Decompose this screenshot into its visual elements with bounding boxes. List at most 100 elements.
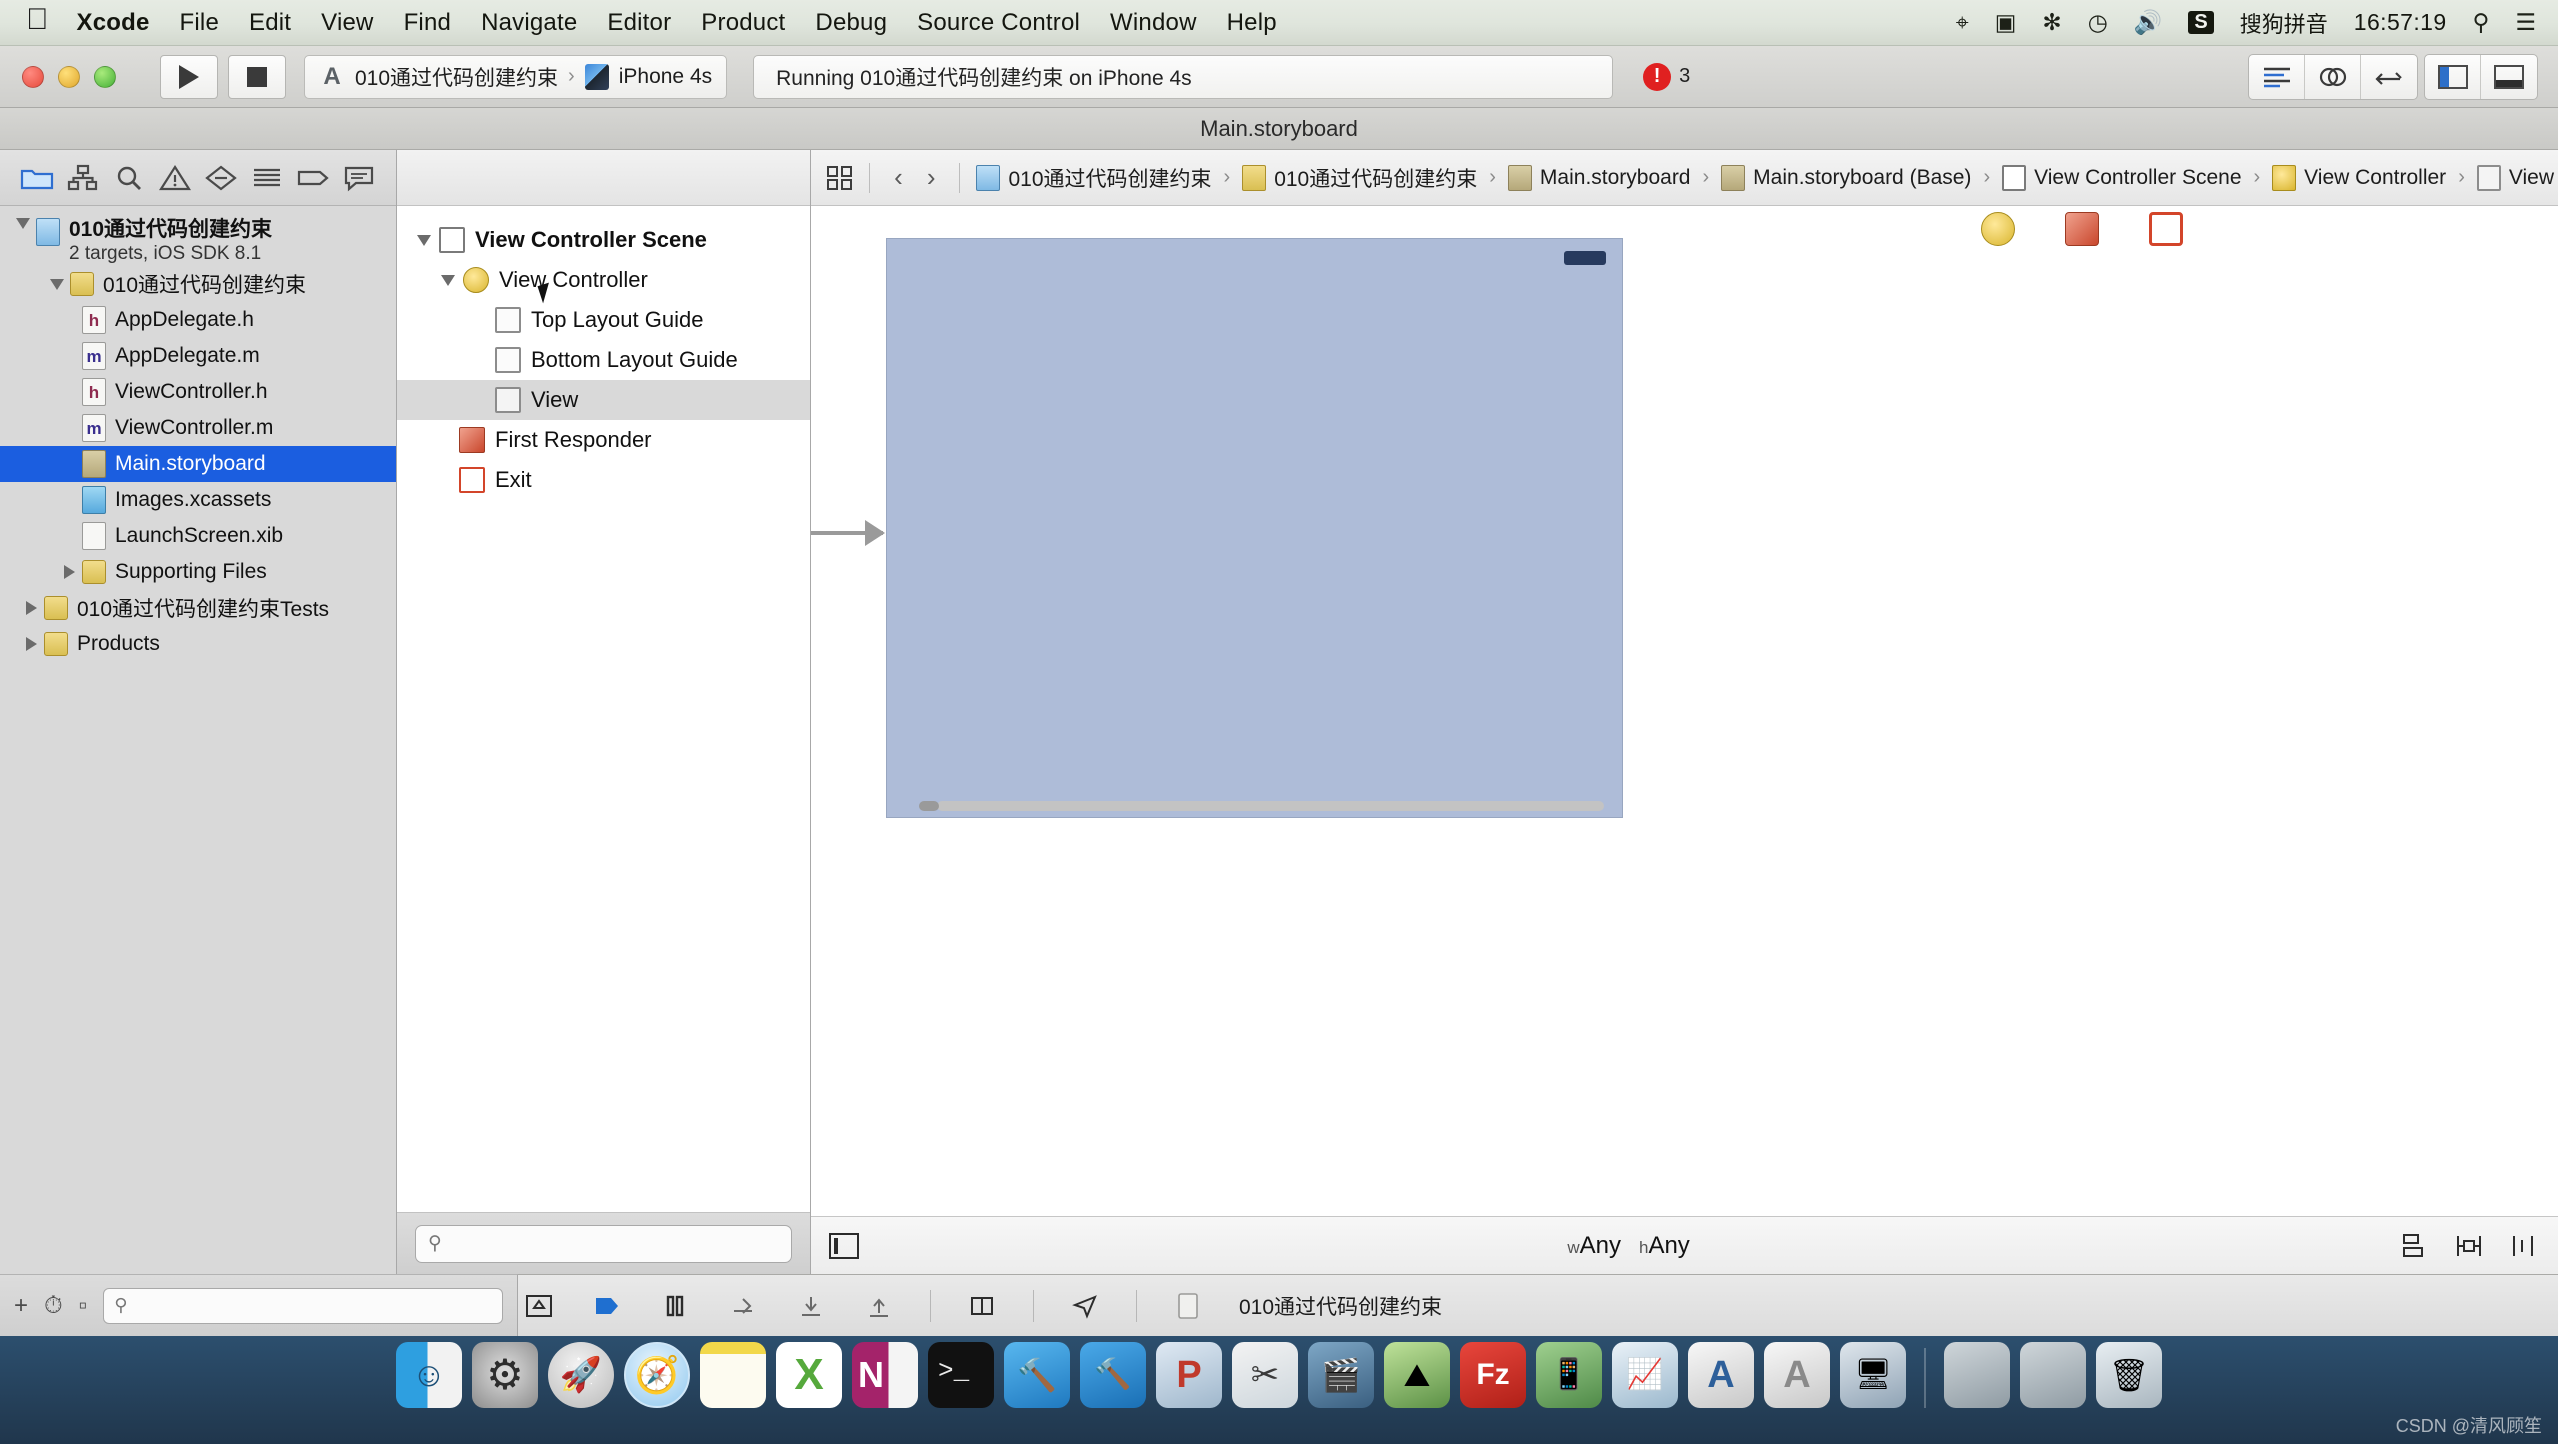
outline-twisty[interactable] bbox=[433, 275, 463, 286]
close-window-button[interactable] bbox=[22, 66, 44, 88]
scheme-destination-label[interactable]: iPhone 4s bbox=[619, 65, 712, 89]
breadcrumb-item-storyboard-base[interactable]: Main.storyboard (Base) bbox=[1717, 165, 1975, 191]
resolve-issues-icon[interactable] bbox=[2510, 1232, 2540, 1260]
dock-item-font-book[interactable] bbox=[1688, 1342, 1754, 1408]
zoom-window-button[interactable] bbox=[94, 66, 116, 88]
step-out-icon[interactable] bbox=[862, 1289, 896, 1323]
outline-row-scene[interactable]: View Controller Scene bbox=[397, 220, 810, 260]
forward-button[interactable]: › bbox=[915, 162, 948, 193]
breakpoint-navigator-tab[interactable] bbox=[290, 159, 336, 197]
dock-item-simulator[interactable] bbox=[1536, 1342, 1602, 1408]
step-into-icon[interactable] bbox=[794, 1289, 828, 1323]
interface-builder-canvas[interactable] bbox=[811, 206, 2558, 1216]
view-debugging-icon[interactable] bbox=[965, 1289, 999, 1323]
navigator-row-viewcontroller-m[interactable]: m ViewController.m bbox=[0, 410, 396, 446]
breadcrumb-item-project[interactable]: 010通过代码创建约束 bbox=[972, 163, 1215, 193]
project-navigator-tab[interactable] bbox=[14, 159, 60, 197]
pause-icon[interactable] bbox=[658, 1289, 692, 1323]
run-button[interactable] bbox=[160, 55, 218, 99]
dock-item-terminal[interactable] bbox=[928, 1342, 994, 1408]
align-icon[interactable] bbox=[2398, 1232, 2428, 1260]
find-navigator-tab[interactable] bbox=[106, 159, 152, 197]
breadcrumb-item-storyboard[interactable]: Main.storyboard bbox=[1504, 165, 1695, 191]
stop-button[interactable] bbox=[228, 55, 286, 99]
outline-twisty[interactable] bbox=[409, 235, 439, 246]
canvas-horizontal-scrollbar[interactable] bbox=[901, 801, 1612, 811]
menu-bar-clock[interactable]: 16:57:19 bbox=[2354, 9, 2447, 36]
navigator-row-appdelegate-h[interactable]: h AppDelegate.h bbox=[0, 302, 396, 338]
project-twisty[interactable] bbox=[10, 218, 36, 229]
simulate-location-icon[interactable] bbox=[1068, 1289, 1102, 1323]
dock-item-system-preferences[interactable] bbox=[472, 1342, 538, 1408]
back-button[interactable]: ‹ bbox=[882, 162, 915, 193]
add-icon[interactable]: + bbox=[14, 1292, 28, 1320]
version-editor-icon[interactable] bbox=[2361, 55, 2417, 99]
recent-files-icon[interactable]: ⏱ bbox=[44, 1292, 63, 1320]
dock-item-display-app[interactable] bbox=[1840, 1342, 1906, 1408]
related-items-icon[interactable] bbox=[823, 161, 857, 195]
pin-icon[interactable] bbox=[2454, 1232, 2484, 1260]
dock-item-chart-app[interactable] bbox=[1612, 1342, 1678, 1408]
dock-item-app-store[interactable] bbox=[1764, 1342, 1830, 1408]
navigator-row-viewcontroller-h[interactable]: h ViewController.h bbox=[0, 374, 396, 410]
outline-row-exit[interactable]: Exit bbox=[397, 460, 810, 500]
navigator-row-main-storyboard[interactable]: Main.storyboard bbox=[0, 446, 396, 482]
navigator-row-launchscreen-xib[interactable]: LaunchScreen.xib bbox=[0, 518, 396, 554]
minimize-window-button[interactable] bbox=[58, 66, 80, 88]
scrollbar-thumb[interactable] bbox=[919, 801, 939, 811]
dock-item-onenote[interactable] bbox=[852, 1342, 918, 1408]
project-navigator-tree[interactable]: 010通过代码创建约束 2 targets, iOS SDK 8.1 010通过… bbox=[0, 206, 396, 1274]
notification-center-icon[interactable]: ☰ bbox=[2515, 11, 2536, 34]
assistant-editor-icon[interactable] bbox=[2305, 55, 2361, 99]
dock-item-excel[interactable] bbox=[776, 1342, 842, 1408]
bluetooth-icon[interactable]: ⌖ bbox=[1956, 11, 1969, 34]
screen-record-icon[interactable]: ▣ bbox=[1995, 11, 2017, 34]
document-outline-tree[interactable]: View Controller Scene View Controller To… bbox=[397, 206, 810, 1212]
outline-filter-input[interactable]: ⚲ bbox=[415, 1225, 792, 1263]
breadcrumb-item-view-controller[interactable]: View Controller bbox=[2268, 165, 2450, 191]
menu-item-help[interactable]: Help bbox=[1227, 9, 1277, 37]
sogou-ime-label[interactable]: 搜狗拼音 bbox=[2240, 7, 2328, 39]
navigator-row-appdelegate-m[interactable]: m AppDelegate.m bbox=[0, 338, 396, 374]
menu-item-find[interactable]: Find bbox=[404, 9, 452, 37]
group-twisty[interactable] bbox=[44, 279, 70, 290]
view-controller-icon[interactable] bbox=[1981, 212, 2015, 246]
sogou-ime-badge[interactable]: S bbox=[2188, 11, 2213, 34]
dock-item-xcode[interactable] bbox=[1004, 1342, 1070, 1408]
menu-item-editor[interactable]: Editor bbox=[607, 9, 671, 37]
outline-row-bottom-layout-guide[interactable]: Bottom Layout Guide bbox=[397, 340, 810, 380]
menu-item-file[interactable]: File bbox=[180, 9, 219, 37]
menu-item-source-control[interactable]: Source Control bbox=[917, 9, 1080, 37]
navigator-row-products[interactable]: Products bbox=[0, 626, 396, 662]
dock-item-safari[interactable] bbox=[624, 1342, 690, 1408]
toggle-debug-area-icon[interactable] bbox=[2481, 55, 2537, 99]
issue-badge[interactable]: ! 3 bbox=[1643, 63, 1690, 91]
dock-item-imovie[interactable] bbox=[1308, 1342, 1374, 1408]
navigator-row-tests[interactable]: 010通过代码创建约束Tests bbox=[0, 590, 396, 626]
search-icon[interactable]: ⚲ bbox=[2473, 11, 2490, 34]
project-root-row[interactable]: 010通过代码创建约束 2 targets, iOS SDK 8.1 bbox=[0, 216, 396, 266]
menu-item-navigate[interactable]: Navigate bbox=[481, 9, 577, 37]
menu-item-xcode[interactable]: Xcode bbox=[77, 9, 150, 37]
dock-item-notes[interactable] bbox=[700, 1342, 766, 1408]
airplay-icon[interactable]: ✻ bbox=[2042, 11, 2061, 34]
navigator-row-group[interactable]: 010通过代码创建约束 bbox=[0, 266, 396, 302]
hide-debug-area-icon[interactable] bbox=[522, 1289, 556, 1323]
group-twisty[interactable] bbox=[18, 601, 44, 615]
outline-row-top-layout-guide[interactable]: Top Layout Guide bbox=[397, 300, 810, 340]
outline-row-first-responder[interactable]: First Responder bbox=[397, 420, 810, 460]
breadcrumb-item-view[interactable]: View bbox=[2473, 165, 2558, 191]
dock-item-filezilla[interactable] bbox=[1460, 1342, 1526, 1408]
dock-item-documents-folder[interactable] bbox=[2020, 1342, 2086, 1408]
menu-item-window[interactable]: Window bbox=[1110, 9, 1197, 37]
step-over-icon[interactable] bbox=[726, 1289, 760, 1323]
source-control-filter-icon[interactable]: ▫ bbox=[79, 1292, 88, 1320]
dock-item-preview[interactable] bbox=[1156, 1342, 1222, 1408]
symbol-navigator-tab[interactable] bbox=[60, 159, 106, 197]
navigator-row-images-xcassets[interactable]: Images.xcassets bbox=[0, 482, 396, 518]
volume-icon[interactable]: 🔊 bbox=[2134, 11, 2163, 34]
scheme-project-label[interactable]: 010通过代码创建约束 bbox=[355, 62, 558, 92]
scheme-selector[interactable]: 010通过代码创建约束 › iPhone 4s bbox=[304, 55, 727, 99]
dock-item-snipping-tool[interactable] bbox=[1232, 1342, 1298, 1408]
debug-navigator-tab[interactable] bbox=[244, 159, 290, 197]
